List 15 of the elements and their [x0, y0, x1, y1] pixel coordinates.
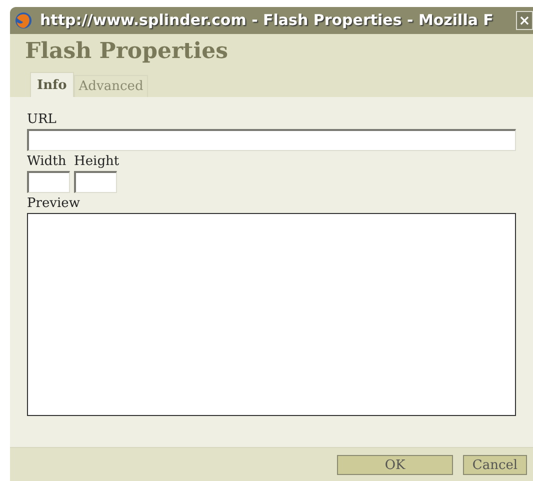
width-label: Width — [27, 153, 68, 171]
width-field[interactable] — [27, 171, 70, 193]
dialog-title: Flash Properties — [25, 37, 229, 65]
tab[interactable]: Advanced — [74, 75, 148, 97]
browser-icon — [15, 12, 32, 29]
window-title: http://www.splinder.com - Flash Properties - Mozilla F — [40, 10, 494, 32]
url-field[interactable] — [27, 129, 516, 151]
url-label: URL — [27, 111, 58, 129]
ok-button[interactable]: OK — [337, 454, 453, 474]
cancel-button[interactable]: Cancel — [463, 454, 527, 474]
tab[interactable]: Info — [30, 72, 74, 98]
close-button[interactable]: × — [516, 11, 533, 30]
height-field[interactable] — [74, 171, 117, 193]
preview-label: Preview — [27, 195, 81, 213]
height-label: Height — [74, 153, 120, 171]
